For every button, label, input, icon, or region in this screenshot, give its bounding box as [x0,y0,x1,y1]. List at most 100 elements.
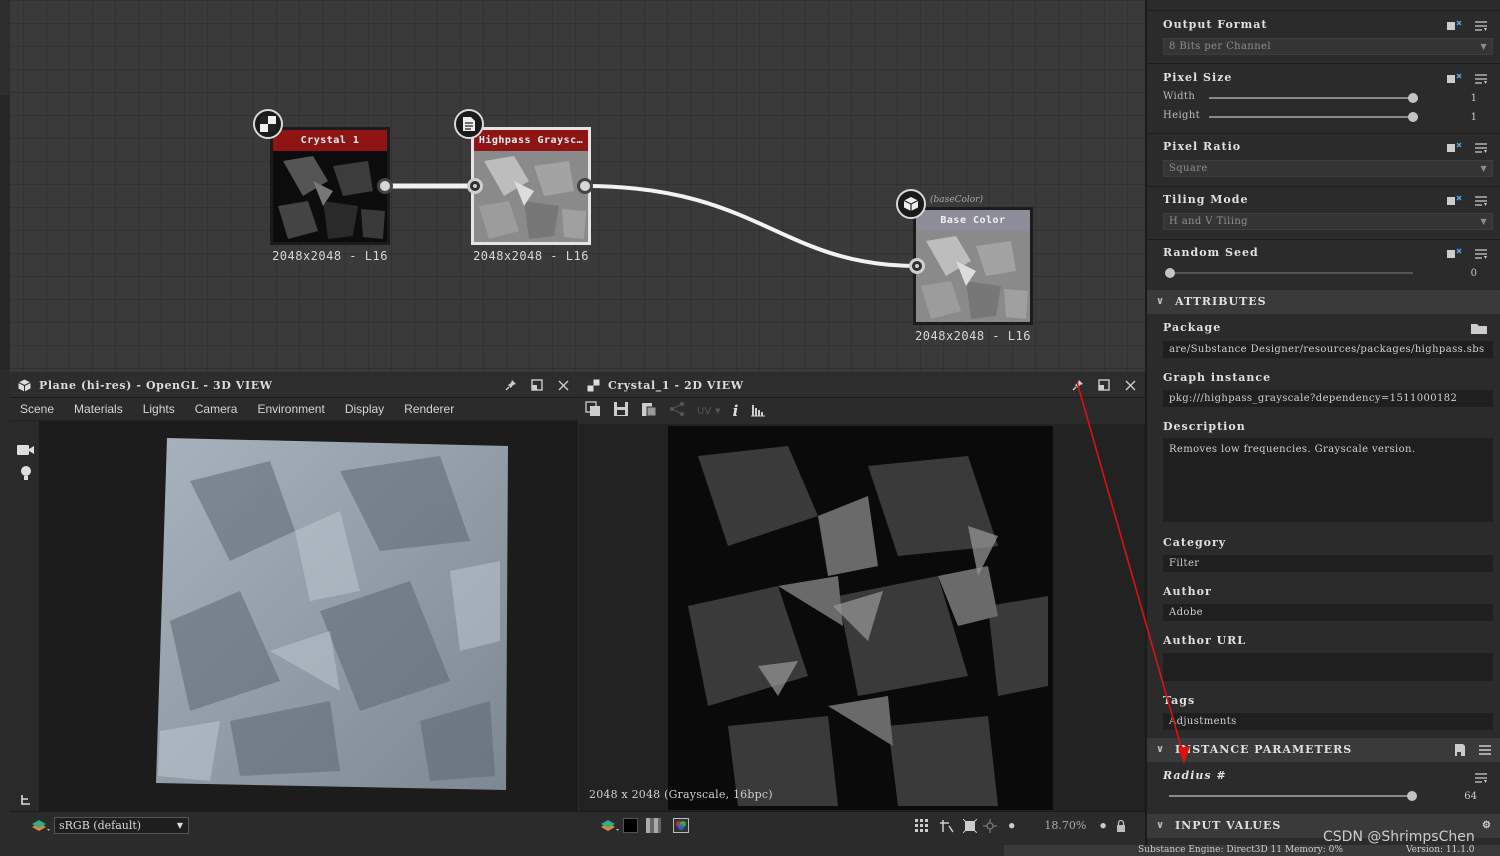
input-port[interactable] [909,258,925,274]
menu-scene[interactable]: Scene [10,402,64,416]
menu-lines-icon[interactable] [1474,139,1490,153]
view2d-footer: ● 18.70% ● [579,811,1145,839]
function-icon[interactable] [1446,17,1462,30]
copy-icon[interactable] [585,401,601,421]
view3d-footer: sRGB (default) ▼ [10,811,578,839]
grid-icon[interactable] [915,818,929,833]
folder-icon[interactable] [1470,320,1488,339]
pin-icon[interactable] [504,378,518,392]
node-highpass-grayscale[interactable]: Highpass Graysc… 2048x2048 - L16 [454,109,591,263]
layers-icon[interactable] [30,818,50,834]
camera-icon[interactable] [17,441,35,460]
zoom-value: 18.70% [1044,819,1087,832]
output-format-select[interactable]: 8 Bits per Channel ▼ [1163,38,1493,55]
function-icon[interactable] [1446,139,1462,152]
attributes-section-header[interactable]: ∨ ATTRIBUTES [1147,290,1500,314]
scene-tree-icon[interactable] [20,791,32,810]
menu-lines-icon[interactable] [1474,70,1490,84]
function-icon[interactable] [1446,192,1462,205]
checker-bg-button[interactable] [646,818,661,833]
menu-lines-icon[interactable] [1474,769,1488,788]
share-icon [669,401,685,421]
node-title: Base Color [916,210,1030,231]
paste-icon[interactable] [641,401,657,421]
pixel-ratio-label: Pixel Ratio [1163,140,1242,153]
random-seed-value: 0 [1470,268,1477,279]
pixel-ratio-select[interactable]: Square ▼ [1163,160,1493,177]
menu-materials[interactable]: Materials [64,402,133,416]
black-bg-button[interactable] [623,818,638,833]
light-icon[interactable] [20,465,32,485]
maximize-icon[interactable] [530,378,544,392]
node-thumbnail [474,151,588,242]
output-port[interactable] [377,178,393,194]
lock-icon[interactable] [1116,819,1126,832]
menu-lines-icon[interactable] [1474,17,1490,31]
fit-icon[interactable] [963,818,977,833]
chevron-down-icon: ▼ [1480,217,1487,226]
menu-display[interactable]: Display [335,402,394,416]
maximize-icon[interactable] [1097,378,1111,392]
slider-knob[interactable] [1407,791,1417,801]
output-port[interactable] [577,178,593,194]
chevron-down-icon: ∨ [1156,744,1166,755]
view3d-viewport[interactable] [40,421,578,813]
layers-icon[interactable] [599,818,619,834]
random-seed-slider[interactable] [1165,268,1413,278]
author-url-field[interactable] [1163,653,1493,681]
menu-lines-icon[interactable] [1474,245,1490,259]
panel-3d-header: Plane (hi-res) - OpenGL - 3D VIEW [10,373,578,398]
tags-field[interactable]: Adjustments [1163,713,1493,730]
param-icons [1446,139,1490,153]
graph-instance-field[interactable]: pkg:///highpass_grayscale?dependency=151… [1163,390,1493,407]
chevron-down-icon: ▼ [1480,164,1487,173]
function-icon[interactable] [1446,70,1462,83]
node-base-color[interactable]: Base Color 2048x2048 - L16 [896,189,1033,343]
description-field[interactable]: Removes low frequencies. Grayscale versi… [1163,438,1493,522]
node-type-icon [454,109,484,139]
author-label: Author [1163,585,1212,598]
menu-lights[interactable]: Lights [133,402,185,416]
node-title: Crystal 1 [273,130,387,151]
settings-icon[interactable]: ⚙ [1482,814,1492,838]
function-icon[interactable] [1446,245,1462,258]
channels-icon[interactable] [673,818,689,833]
cube-icon [18,379,31,392]
zoom-in-icon[interactable]: ● [1100,821,1105,831]
tiling-mode-select[interactable]: H and V Tiling ▼ [1163,213,1493,230]
preset-icon[interactable] [1454,743,1466,757]
slider-knob[interactable] [1165,268,1175,278]
graph-canvas[interactable]: Crystal 1 2048x2048 - L16 Highpass Grays… [0,0,1145,372]
author-field[interactable]: Adobe [1163,604,1493,621]
tile-icon[interactable] [939,818,955,834]
slider-knob[interactable] [1408,93,1418,103]
menu-renderer[interactable]: Renderer [394,402,464,416]
input-port[interactable] [467,178,483,194]
menu-lines-icon[interactable] [1474,192,1490,206]
pin-icon[interactable] [1071,378,1085,392]
save-icon[interactable] [613,401,629,421]
height-slider[interactable] [1209,112,1418,122]
package-field[interactable]: are/Substance Designer/resources/package… [1163,341,1493,358]
histogram-icon[interactable] [750,401,766,421]
node-crystal-1[interactable]: Crystal 1 2048x2048 - L16 [253,109,390,263]
zoom-out-icon[interactable]: ● [1009,821,1014,831]
close-icon[interactable] [556,378,570,392]
param-icons [1446,70,1490,84]
close-icon[interactable] [1123,378,1137,392]
menu-environment[interactable]: Environment [247,402,334,416]
menu-camera[interactable]: Camera [185,402,248,416]
view2d-viewport[interactable]: 2048 x 2048 (Grayscale, 16bpc) [579,424,1145,810]
node-type-icon [253,109,283,139]
radius-slider[interactable] [1169,791,1417,801]
colorspace-select[interactable]: sRGB (default) ▼ [54,817,189,834]
width-slider[interactable] [1209,93,1418,103]
checker-icon [587,379,600,392]
slider-knob[interactable] [1408,112,1418,122]
instance-parameters-section-header[interactable]: ∨ INSTANCE PARAMETERS [1147,738,1500,762]
center-icon[interactable] [983,818,997,833]
menu-lines-icon[interactable] [1478,744,1492,756]
panel-2d-title: Crystal_1 - 2D VIEW [608,378,744,392]
category-field[interactable]: Filter [1163,555,1493,572]
info-icon[interactable]: i [733,402,739,420]
